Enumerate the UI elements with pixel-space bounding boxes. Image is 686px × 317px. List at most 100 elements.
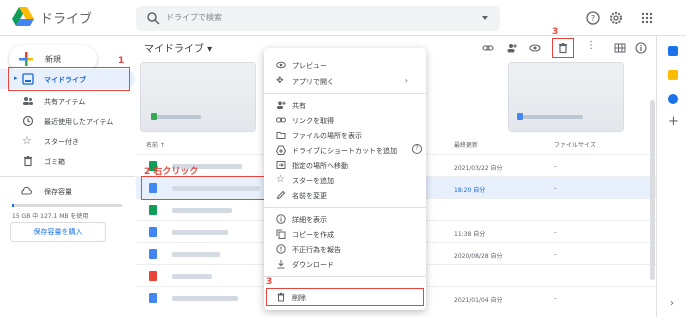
menu-item-label: 不正行為を報告: [292, 246, 341, 254]
shared-icon: [23, 97, 33, 105]
new-button-label: 新規: [45, 55, 61, 64]
menu-item-label: リンクを取得: [292, 117, 334, 125]
card-preview: [141, 63, 255, 131]
file-name-redacted: [172, 274, 212, 279]
size-cell: –: [554, 229, 557, 236]
menu-item-details[interactable]: 詳細を表示: [264, 212, 426, 226]
menu-item-open-with[interactable]: ✥ アプリで開く ›: [264, 74, 426, 88]
side-panel-rail: + ›: [656, 36, 686, 317]
open-with-icon: ✥: [276, 76, 284, 86]
column-header-modified[interactable]: 最終更新: [454, 140, 478, 152]
info-icon[interactable]: [635, 42, 647, 54]
slides-file-icon: [149, 271, 157, 281]
shortcut-icon: [276, 145, 286, 155]
menu-item-report-abuse[interactable]: 不正行為を報告: [264, 242, 426, 256]
context-menu: プレビュー ✥ アプリで開く › 共有 リンクを取得 ファイルの場所を表示 ドラ…: [264, 48, 426, 310]
modified-cell: 2020/08/28 自分: [454, 253, 503, 260]
file-name-redacted: [172, 252, 220, 257]
search-options-icon[interactable]: [482, 16, 488, 20]
annotation-box-3-toolbar: [552, 38, 574, 58]
keep-icon[interactable]: [668, 70, 678, 80]
card-preview: [509, 63, 623, 131]
more-options-icon[interactable]: ⋮: [586, 40, 596, 51]
person-add-icon[interactable]: [506, 42, 518, 54]
storage-label: 保存容量: [44, 188, 72, 196]
annotation-step-3-toolbar: 3: [552, 27, 559, 37]
menu-item-rename[interactable]: 名前を変更: [264, 188, 426, 202]
suggested-file-card[interactable]: [508, 62, 624, 132]
menu-item-share[interactable]: 共有: [264, 98, 426, 112]
breadcrumb[interactable]: マイドライブ ▾: [144, 40, 212, 55]
search-input[interactable]: ドライブで検索: [166, 12, 222, 23]
copy-icon: [276, 229, 286, 239]
sidebar-item-label: 最近使用したアイテム: [44, 118, 114, 126]
column-header-size[interactable]: ファイルサイズ: [554, 140, 596, 152]
column-header-name[interactable]: 名前 ↑: [146, 140, 165, 152]
modified-cell: 11:38 自分: [454, 231, 486, 238]
file-name-redacted: [172, 208, 232, 213]
size-cell: –: [554, 185, 557, 192]
add-addon-icon[interactable]: +: [668, 114, 679, 129]
menu-item-make-copy[interactable]: コピーを作成: [264, 227, 426, 241]
star-icon: ☆: [22, 134, 32, 147]
menu-item-label: スターを追加: [292, 177, 334, 185]
scrollbar[interactable]: [650, 100, 655, 280]
card-title: [523, 115, 583, 119]
submenu-arrow-icon: ›: [404, 76, 408, 85]
menu-item-preview[interactable]: プレビュー: [264, 58, 426, 72]
card-title: [151, 115, 201, 119]
menu-divider: [264, 93, 426, 94]
sidebar-item-starred[interactable]: ☆ スター付き: [0, 131, 135, 151]
search-icon[interactable]: [146, 11, 160, 25]
sidebar-item-storage[interactable]: 保存容量: [0, 181, 135, 201]
sheet-file-icon: [151, 113, 157, 120]
settings-icon[interactable]: [609, 11, 623, 25]
size-cell: –: [554, 163, 557, 170]
menu-item-label: 詳細を表示: [292, 216, 327, 224]
sidebar-item-recent[interactable]: 最近使用したアイテム: [0, 111, 135, 131]
link-icon[interactable]: [482, 42, 494, 54]
calendar-icon[interactable]: [668, 46, 678, 56]
report-icon: [276, 244, 286, 254]
annotation-step-1: 1: [118, 56, 125, 66]
annotation-box-2: [141, 176, 265, 200]
eye-icon[interactable]: [529, 42, 541, 54]
app-name[interactable]: ドライブ: [40, 8, 92, 27]
sidebar-item-label: 共有アイテム: [44, 98, 86, 106]
menu-item-add-shortcut[interactable]: ドライブにショートカットを追加 ?: [264, 143, 426, 157]
sidebar-item-trash[interactable]: ゴミ箱: [0, 151, 135, 171]
menu-item-move[interactable]: 指定の場所へ移動: [264, 158, 426, 172]
suggested-file-card[interactable]: [140, 62, 256, 132]
menu-item-label: プレビュー: [292, 62, 327, 70]
doc-file-icon: [149, 227, 157, 237]
sidebar-item-label: スター付き: [44, 138, 79, 146]
trash-icon: [24, 156, 32, 167]
sidebar: 新規 ▸ マイドライブ 1 共有アイテム 最近使用したアイテム ☆ スター付き …: [0, 36, 136, 317]
search-box[interactable]: ドライブで検索: [136, 6, 500, 31]
menu-item-download[interactable]: ダウンロード: [264, 257, 426, 271]
folder-icon: [276, 132, 286, 139]
menu-item-add-star[interactable]: ☆ スターを追加: [264, 173, 426, 187]
storage-bar: [12, 204, 122, 207]
download-icon: [277, 260, 285, 269]
expand-panel-icon[interactable]: ›: [670, 298, 674, 309]
file-name-redacted: [172, 296, 238, 301]
sidebar-item-shared[interactable]: 共有アイテム: [0, 91, 135, 111]
tasks-icon[interactable]: [668, 94, 678, 104]
buy-storage-button[interactable]: 保存容量を購入: [10, 222, 106, 242]
menu-item-show-location[interactable]: ファイルの場所を表示: [264, 128, 426, 142]
menu-item-label: ドライブにショートカットを追加: [292, 147, 397, 155]
help-icon[interactable]: ?: [586, 11, 600, 25]
move-icon: [276, 161, 286, 169]
help-icon[interactable]: ?: [412, 144, 422, 154]
apps-grid-icon[interactable]: [640, 11, 654, 25]
sidebar-item-label: ゴミ箱: [44, 158, 65, 166]
link-icon: [276, 117, 286, 123]
menu-item-get-link[interactable]: リンクを取得: [264, 113, 426, 127]
plus-icon: [19, 52, 33, 66]
storage-usage-text: 15 GB 中 127.1 MB を使用: [12, 213, 89, 220]
pencil-icon: [276, 190, 286, 200]
grid-view-icon[interactable]: [614, 42, 626, 54]
drive-logo-icon[interactable]: [12, 7, 34, 27]
menu-divider: [264, 276, 426, 277]
